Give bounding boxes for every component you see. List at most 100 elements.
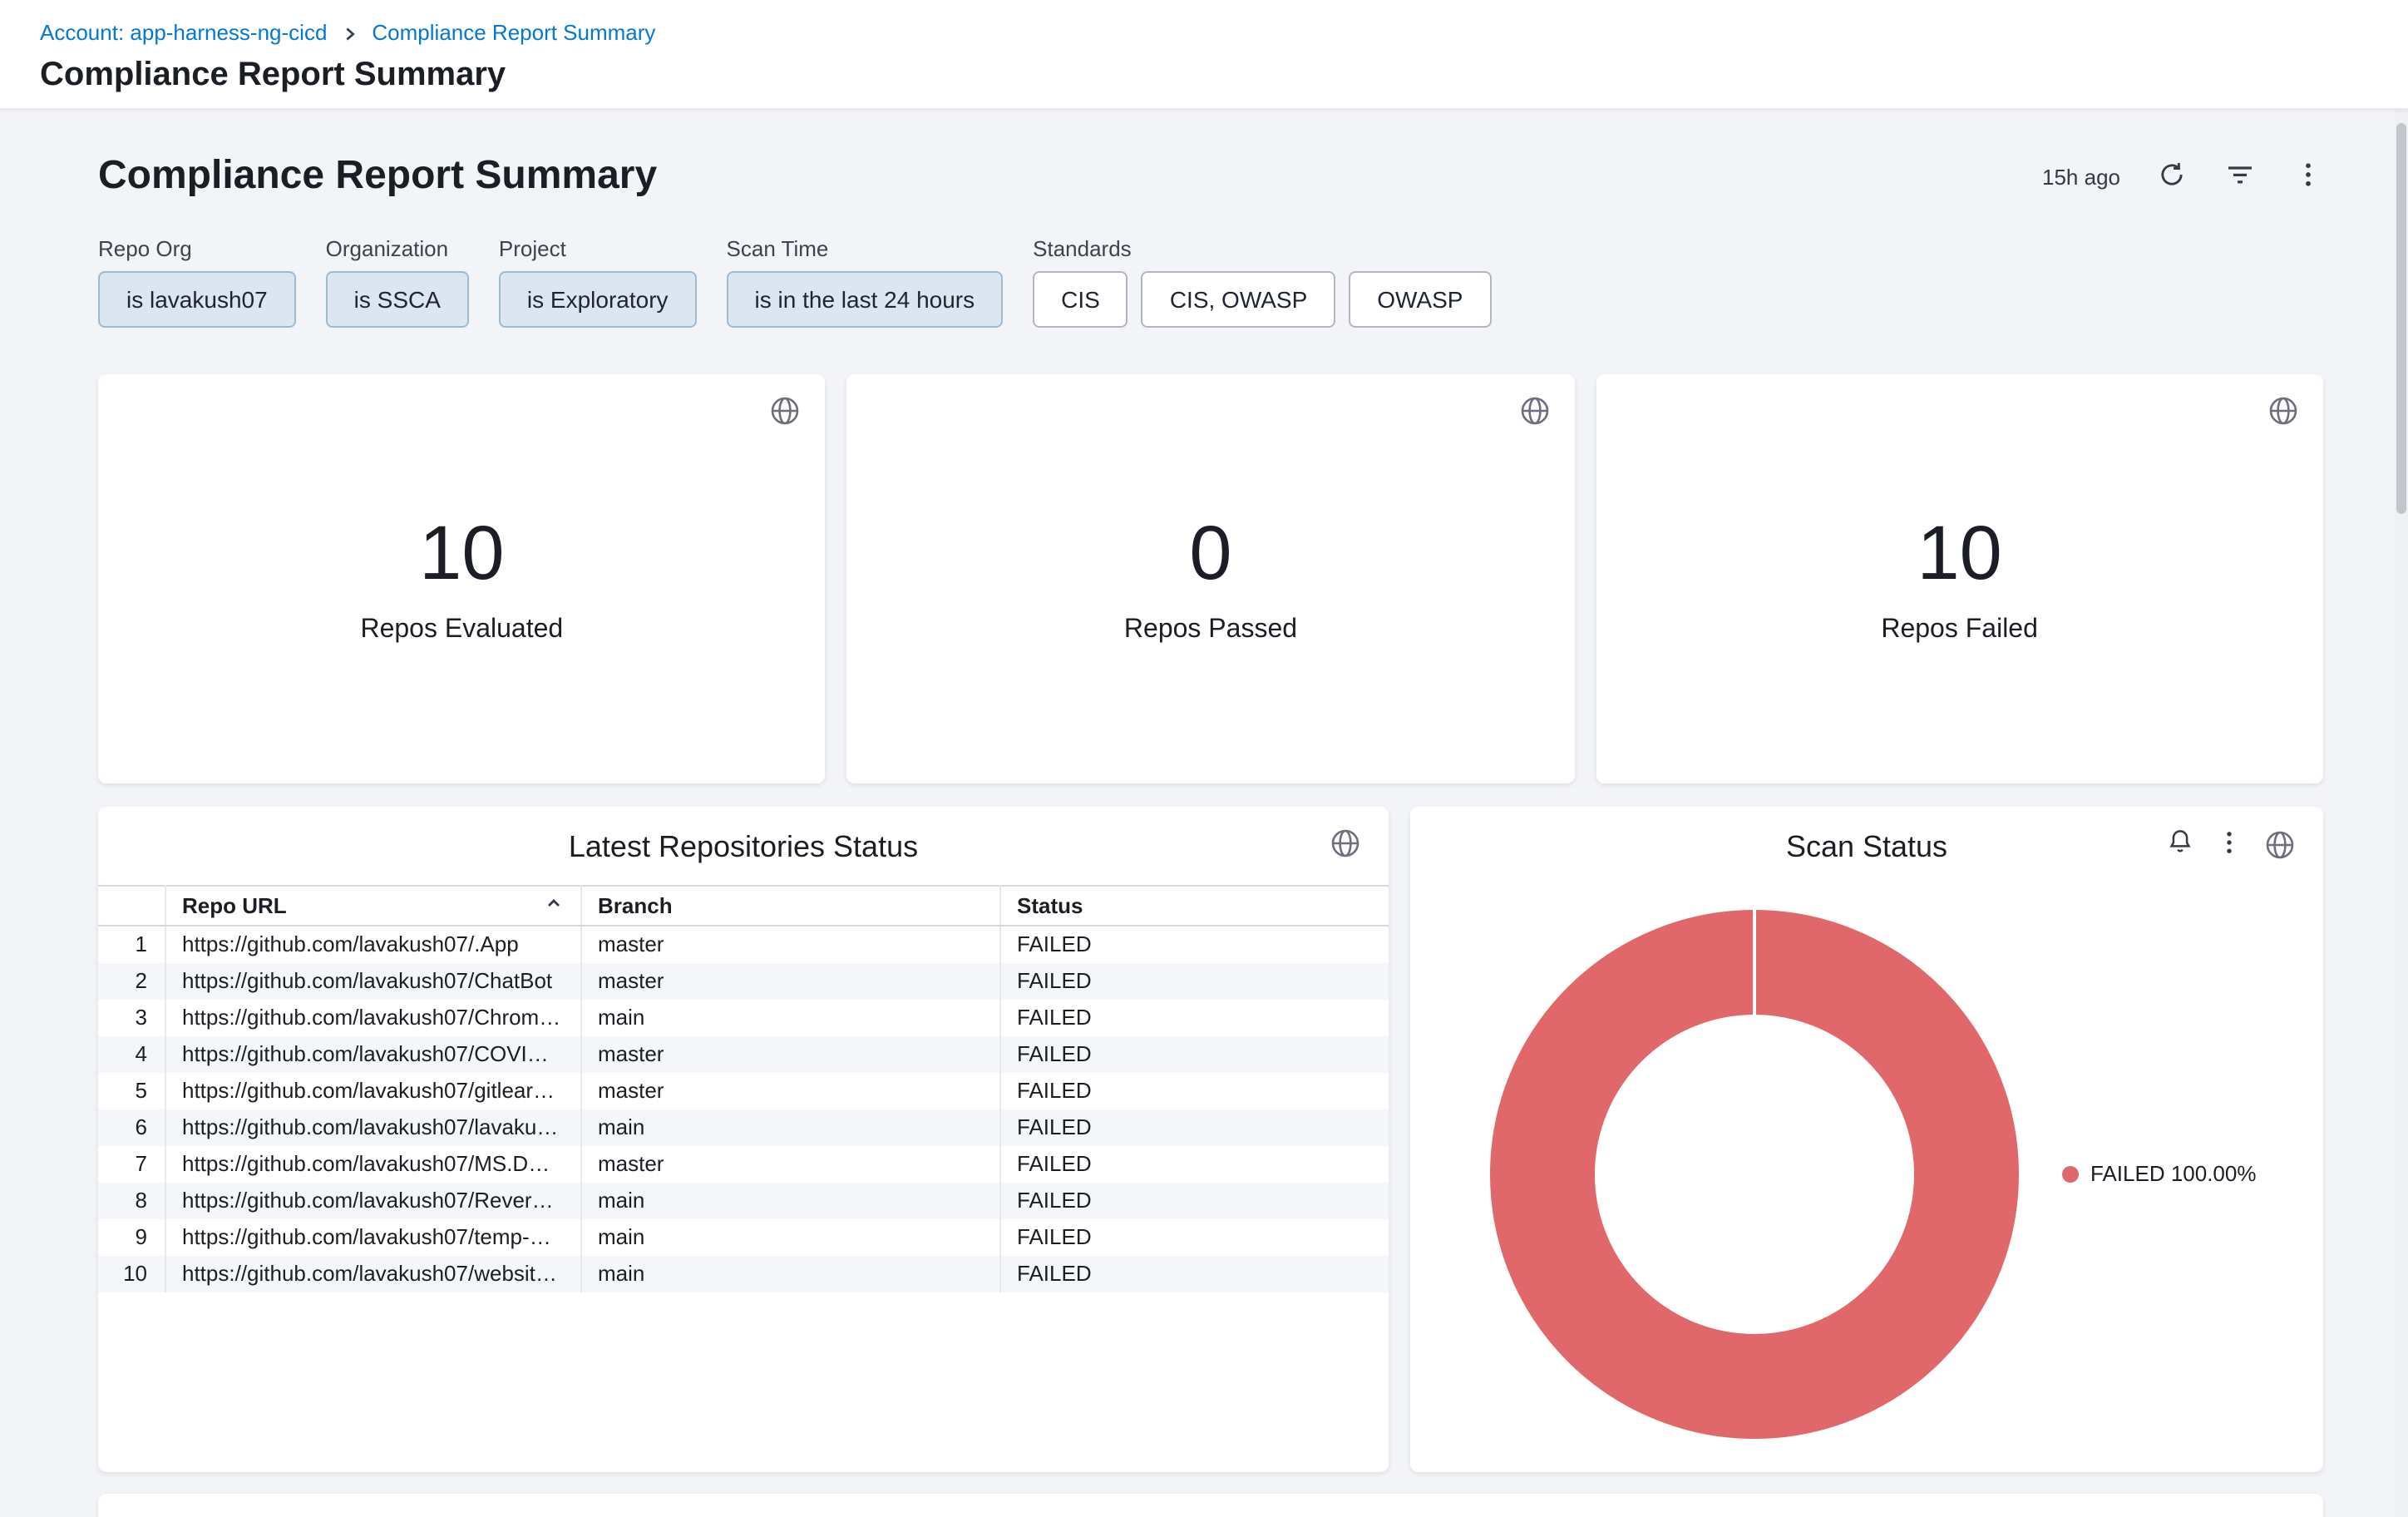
status-cell: FAILED — [999, 1109, 1389, 1145]
repo-url-cell: https://github.com/lavakush07/.App — [165, 926, 580, 962]
column-header-branch[interactable]: Branch — [580, 886, 999, 926]
row-number: 8 — [98, 1182, 165, 1218]
stat-value: 10 — [419, 512, 504, 593]
table-row[interactable]: 9 https://github.com/lavakush07/temp-no.… — [98, 1218, 1389, 1255]
stat-tile-repos-evaluated: 10 Repos Evaluated — [98, 374, 826, 783]
row-number: 7 — [98, 1145, 165, 1182]
status-cell: FAILED — [999, 1218, 1389, 1255]
row-number: 6 — [98, 1109, 165, 1145]
branch-cell: master — [580, 1035, 999, 1072]
standards-chip-owasp[interactable]: OWASP — [1349, 271, 1491, 328]
filter-label: Scan Time — [727, 236, 1004, 261]
chart-legend-item-failed[interactable]: FAILED 100.00% — [2062, 1161, 2256, 1186]
column-header-repo-url[interactable]: Repo URL — [165, 886, 580, 926]
dashboard-content: Compliance Report Summary 15h ago — [0, 110, 2395, 1517]
table-row[interactable]: 5 https://github.com/lavakush07/gitlearn… — [98, 1072, 1389, 1109]
kebab-menu-icon — [2293, 159, 2323, 194]
refresh-button[interactable] — [2157, 159, 2187, 194]
chip-row: is Exploratory — [499, 271, 697, 328]
standards-chip-cis[interactable]: CIS — [1033, 271, 1128, 328]
status-cell: FAILED — [999, 1255, 1389, 1292]
dashboard-header: Compliance Report Summary 15h ago — [98, 153, 2323, 200]
table-row[interactable]: 10 https://github.com/lavakush07/website… — [98, 1255, 1389, 1292]
branch-cell: main — [580, 1182, 999, 1218]
filter-button[interactable] — [2223, 157, 2257, 195]
branch-cell: master — [580, 1145, 999, 1182]
filter-label: Project — [499, 236, 697, 261]
chip-row: is SSCA — [326, 271, 469, 328]
filter-label: Repo Org — [98, 236, 296, 261]
branch-cell: master — [580, 962, 999, 999]
repo-url-cell: https://github.com/lavakush07/Chrome-... — [165, 999, 580, 1035]
filter-group-standards: Standards CIS CIS, OWASP OWASP — [1033, 236, 1491, 328]
status-cell: FAILED — [999, 962, 1389, 999]
table-row[interactable]: 4 https://github.com/lavakush07/COVID_T.… — [98, 1035, 1389, 1072]
table-row[interactable]: 6 https://github.com/lavakush07/lavakush… — [98, 1109, 1389, 1145]
viewport: Account: app-harness-ng-cicd Compliance … — [0, 0, 2408, 1517]
legend-color-dot — [2062, 1165, 2079, 1182]
app-root: Account: app-harness-ng-cicd Compliance … — [0, 0, 2408, 1517]
filter-label: Organization — [326, 236, 469, 261]
table-row[interactable]: 1 https://github.com/lavakush07/.App mas… — [98, 926, 1389, 962]
chip-row: is in the last 24 hours — [727, 271, 1004, 328]
row-number: 5 — [98, 1072, 165, 1109]
column-header-label: Repo URL — [182, 893, 287, 918]
page-title: Compliance Report Summary — [40, 57, 2368, 95]
branch-cell: master — [580, 926, 999, 962]
column-header-status[interactable]: Status — [999, 886, 1389, 926]
filter-chip-organization[interactable]: is SSCA — [326, 271, 469, 328]
branch-cell: main — [580, 999, 999, 1035]
breadcrumb-current-link[interactable]: Compliance Report Summary — [372, 20, 655, 45]
page-scrollbar — [2395, 110, 2408, 1517]
bell-icon — [2165, 827, 2195, 862]
globe-icon[interactable] — [2263, 828, 2297, 861]
stat-tile-repos-passed: 0 Repos Passed — [847, 374, 1575, 783]
filter-chip-scan-time[interactable]: is in the last 24 hours — [727, 271, 1004, 328]
table-card-title: Latest Repositories Status — [98, 807, 1389, 865]
alert-button[interactable] — [2165, 827, 2195, 862]
chip-row: is lavakush07 — [98, 271, 296, 328]
filter-group-repo-org: Repo Org is lavakush07 — [98, 236, 296, 328]
standards-chip-cis-owasp[interactable]: CIS, OWASP — [1142, 271, 1335, 328]
last-updated-label: 15h ago — [2042, 164, 2120, 189]
tile-options-button[interactable] — [2215, 828, 2243, 861]
latest-repositories-card: Latest Repositories Status — [98, 807, 1389, 1472]
globe-icon[interactable] — [1329, 827, 1362, 860]
repo-url-cell: https://github.com/lavakush07/gitlearni.… — [165, 1072, 580, 1109]
status-cell: FAILED — [999, 1145, 1389, 1182]
filter-chip-repo-org[interactable]: is lavakush07 — [98, 271, 296, 328]
filter-bar: Repo Org is lavakush07 Organization is S… — [98, 236, 2323, 328]
row-number: 1 — [98, 926, 165, 962]
table-row[interactable]: 7 https://github.com/lavakush07/MS.DHO..… — [98, 1145, 1389, 1182]
status-cell: FAILED — [999, 926, 1389, 962]
table-row[interactable]: 3 https://github.com/lavakush07/Chrome-.… — [98, 999, 1389, 1035]
row-number: 2 — [98, 962, 165, 999]
stat-inner: 0 Repos Passed — [847, 374, 1575, 783]
row-number: 4 — [98, 1035, 165, 1072]
refresh-icon — [2157, 159, 2187, 194]
stat-value: 0 — [1189, 512, 1231, 593]
stat-inner: 10 Repos Failed — [1596, 374, 2323, 783]
stat-tiles-row: 10 Repos Evaluated 0 Repos Passed — [98, 374, 2323, 783]
branch-cell: main — [580, 1109, 999, 1145]
next-card-partial — [98, 1494, 2323, 1517]
row-number-header — [98, 886, 165, 926]
filter-chip-project[interactable]: is Exploratory — [499, 271, 697, 328]
sort-ascending-icon — [543, 893, 563, 918]
kebab-menu-icon — [2215, 828, 2243, 861]
row-number: 9 — [98, 1218, 165, 1255]
repo-url-cell: https://github.com/lavakush07/MS.DHO... — [165, 1145, 580, 1182]
more-options-button[interactable] — [2293, 159, 2323, 194]
branch-cell: master — [580, 1072, 999, 1109]
table-row[interactable]: 2 https://github.com/lavakush07/ChatBot … — [98, 962, 1389, 999]
repos-table: Repo URL Branch Status — [98, 885, 1389, 1292]
repo-url-cell: https://github.com/lavakush07/website-1 — [165, 1255, 580, 1292]
table-row[interactable]: 8 https://github.com/lavakush07/Reverse-… — [98, 1182, 1389, 1218]
stat-tile-repos-failed: 10 Repos Failed — [1596, 374, 2323, 783]
breadcrumb-account-link[interactable]: Account: app-harness-ng-cicd — [40, 20, 327, 45]
status-cell: FAILED — [999, 1072, 1389, 1109]
page-header: Account: app-harness-ng-cicd Compliance … — [0, 0, 2408, 110]
filter-label: Standards — [1033, 236, 1491, 261]
scrollbar-thumb[interactable] — [2396, 123, 2406, 514]
table-header-row: Repo URL Branch Status — [98, 886, 1389, 926]
